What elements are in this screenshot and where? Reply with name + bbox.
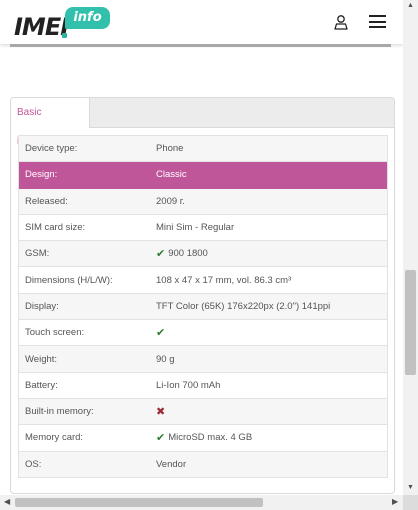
row-value: TFT Color (65K) 176x220px (2.0") 141ppi: [156, 300, 331, 312]
logo-badge: info: [65, 7, 110, 29]
row-value: Li-Ion 700 mAh: [156, 379, 221, 391]
row-value-cell: ✔ MicroSD max. 4 GB: [156, 431, 387, 444]
row-value-cell: Phone: [156, 143, 387, 154]
row-label: Memory card:: [25, 432, 84, 444]
row-value: 108 x 47 x 17 mm, vol. 86.3 cm³: [156, 274, 292, 286]
row-label: Touch screen:: [25, 327, 85, 339]
row-label: Released:: [25, 195, 68, 207]
table-row: Memory card: ✔ MicroSD max. 4 GB: [19, 425, 387, 452]
scroll-right-arrow-icon[interactable]: ▶: [392, 497, 398, 506]
table-row: Touch screen: ✔: [19, 320, 387, 347]
user-icon[interactable]: [333, 14, 349, 30]
table-row: Design: Classic: [19, 162, 387, 189]
row-value: Mini Sim - Regular: [156, 222, 235, 234]
row-label: Design:: [25, 169, 58, 181]
row-label: Built-in memory:: [25, 406, 94, 418]
device-info-card: Basic information Device type: Phone Desig…: [10, 97, 395, 494]
row-value-cell: ✔: [156, 326, 387, 339]
site-header: IMEI info: [0, 0, 403, 44]
row-value-cell: ✖: [156, 405, 387, 418]
row-value-cell: ✔ 900 1800: [156, 247, 387, 260]
vertical-scroll-thumb[interactable]: [405, 270, 416, 375]
tab-basic-information[interactable]: Basic information: [11, 98, 90, 147]
table-row: Dimensions (H/L/W): 108 x 47 x 17 mm, vol…: [19, 267, 387, 294]
hamburger-menu-icon[interactable]: [369, 15, 386, 28]
row-label: OS:: [25, 458, 42, 470]
table-row: Display: TFT Color (65K) 176x220px (2.0")…: [19, 293, 387, 321]
row-value: 900 1800: [168, 248, 208, 260]
cross-icon: ✖: [156, 406, 166, 419]
table-row: Device type: Phone: [19, 136, 387, 163]
scrollbar-corner: [403, 495, 418, 510]
horizontal-scrollbar[interactable]: ◀ ▶: [0, 495, 403, 510]
logo-text: IMEI: [14, 13, 69, 41]
scroll-left-arrow-icon[interactable]: ◀: [4, 497, 10, 506]
table-row: Built-in memory: ✖: [19, 398, 387, 426]
row-label: Device type:: [25, 143, 78, 155]
table-row: SIM card size: Mini Sim - Regular: [19, 215, 387, 242]
check-icon: ✔: [156, 432, 166, 445]
table-row: Released: 2009 г.: [19, 188, 387, 215]
table-row: Weight: 90 g: [19, 346, 387, 373]
table-row: OS: Vendor: [19, 451, 387, 478]
row-value-cell: 90 g: [156, 354, 387, 365]
row-value-cell: Vendor: [156, 459, 387, 470]
table-row: GSM: ✔ 900 1800: [19, 241, 387, 268]
table-row: Battery: Li-Ion 700 mAh: [19, 373, 387, 399]
spec-table: Device type: Phone Design: Classic Released:…: [18, 135, 388, 478]
row-label: Display:: [25, 300, 59, 312]
row-value-cell: Li-Ion 700 mAh: [156, 380, 387, 391]
check-icon: ✔: [156, 248, 166, 261]
row-value: 90 g: [156, 353, 175, 365]
row-value-cell: 108 x 47 x 17 mm, vol. 86.3 cm³: [156, 275, 387, 286]
header-divider-bar: [10, 44, 391, 47]
row-label: Dimensions (H/L/W):: [25, 274, 113, 286]
row-value: 2009 г.: [156, 195, 185, 207]
horizontal-scroll-thumb[interactable]: [15, 498, 263, 507]
check-icon: ✔: [156, 327, 166, 340]
vertical-scrollbar[interactable]: ▲ ▼: [403, 0, 418, 495]
scroll-down-arrow-icon[interactable]: ▼: [407, 484, 414, 491]
row-value-cell: 2009 г.: [156, 196, 387, 207]
logo-dot: [62, 33, 67, 38]
row-value: Vendor: [156, 458, 187, 470]
row-label: GSM:: [25, 248, 50, 260]
row-value: Phone: [156, 143, 184, 155]
row-value-cell: Mini Sim - Regular: [156, 222, 387, 233]
row-value: MicroSD max. 4 GB: [168, 432, 253, 444]
row-value-cell: Classic: [156, 169, 387, 180]
row-label: Battery:: [25, 379, 58, 391]
row-label: Weight:: [25, 353, 58, 365]
row-value-cell: TFT Color (65K) 176x220px (2.0") 141ppi: [156, 301, 387, 312]
row-value: Classic: [156, 169, 187, 181]
scroll-up-arrow-icon[interactable]: ▲: [407, 2, 414, 9]
row-label: SIM card size:: [25, 222, 86, 234]
